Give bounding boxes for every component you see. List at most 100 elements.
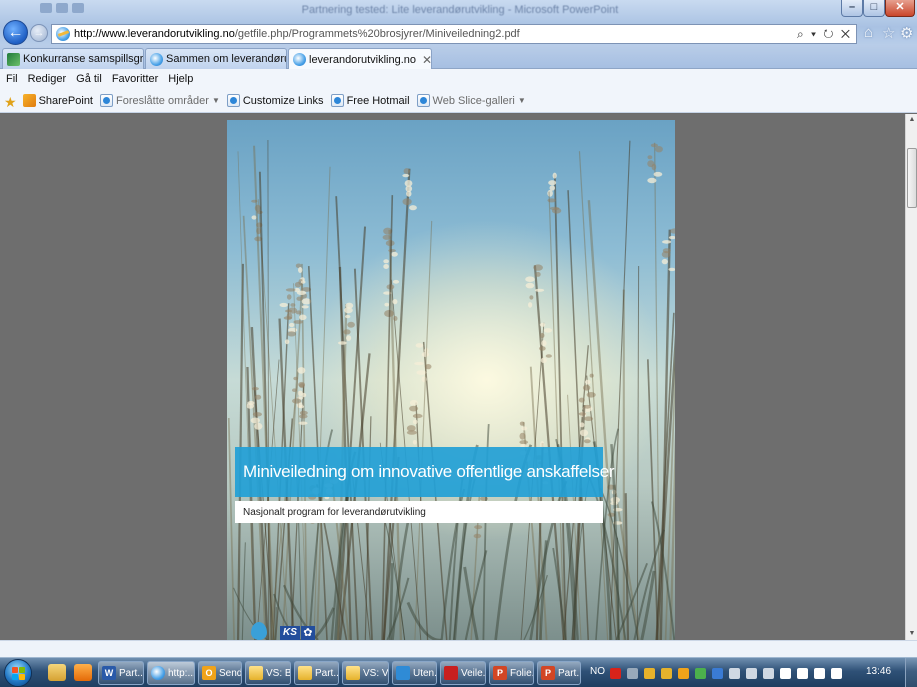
blurred-background-toolbar (432, 47, 917, 67)
reed-seed-head (525, 276, 535, 282)
outlook-icon[interactable] (678, 667, 689, 679)
mail-icon[interactable] (661, 667, 672, 679)
reed-seed-head (290, 303, 296, 307)
reed-seed-head (412, 440, 417, 445)
reed-seed-head (252, 412, 262, 417)
language-indicator[interactable]: NO (590, 666, 605, 677)
warning-icon[interactable] (644, 667, 655, 679)
menu-hjelp[interactable]: Hjelp (168, 73, 193, 85)
clock[interactable]: 13:46 (866, 666, 891, 677)
ie-page-icon (150, 52, 163, 66)
adobe-icon[interactable] (610, 667, 621, 679)
start-button[interactable] (4, 659, 32, 687)
taskbar-button[interactable]: http:... (147, 661, 195, 685)
tab-konkurranse[interactable]: Konkurranse samspillsgruppe -... (2, 48, 144, 69)
ie-page-icon (293, 53, 306, 66)
reed-seed-head (647, 155, 653, 160)
gear-icon[interactable]: ⚙ (900, 24, 913, 42)
menu-ga-til[interactable]: Gå til (76, 73, 102, 85)
url-text[interactable]: http://www.leverandorutvikling.no/getfil… (74, 28, 520, 40)
scroll-up-arrow-icon[interactable]: ▲ (906, 114, 917, 126)
taskbar-button[interactable]: OSend... (198, 661, 242, 685)
quick-access-icon[interactable] (56, 3, 68, 13)
wireless-icon[interactable] (695, 667, 706, 679)
menu-fil[interactable]: Fil (6, 73, 18, 85)
ie-page-icon (330, 94, 344, 107)
back-button[interactable]: ← (3, 20, 28, 45)
fav-foreslatte-omrader[interactable]: Foreslåtte områder ▼ (100, 94, 220, 107)
menu-favoritter[interactable]: Favoritter (112, 73, 158, 85)
reed-seed-head (578, 397, 585, 403)
reed-seed-head (301, 305, 309, 309)
favorites-star-icon[interactable]: ☆ (882, 24, 895, 42)
maximize-button[interactable]: □ (863, 0, 885, 17)
fav-web-slice-galleri[interactable]: Web Slice-galleri ▼ (416, 94, 526, 107)
reed-seed-head (246, 403, 255, 409)
quick-access-icon[interactable] (72, 3, 84, 13)
home-icon[interactable]: ⌂ (864, 24, 873, 41)
reed-seed-head (473, 533, 482, 539)
reed-seed-head (412, 413, 423, 419)
media-player-icon[interactable] (74, 664, 92, 681)
battery-icon[interactable] (797, 667, 808, 679)
reed-seed-head (552, 172, 557, 179)
reed-seed-head (547, 189, 553, 197)
fav-customize-links[interactable]: Customize Links (226, 94, 324, 107)
taskbar-button[interactable]: PFolie... (489, 661, 534, 685)
taskbar-button[interactable]: VS: V... (342, 661, 389, 685)
reed-seed-head (383, 264, 389, 269)
menu-rediger[interactable]: Rediger (28, 73, 67, 85)
reed-seed-head (288, 307, 297, 314)
fav-sharepoint[interactable]: SharePoint (22, 94, 93, 107)
scroll-down-arrow-icon[interactable]: ▼ (906, 628, 917, 640)
tab-sammen[interactable]: Sammen om leverandørutvikli... (145, 48, 287, 69)
close-window-button[interactable]: ✕ (885, 0, 915, 17)
reed-seed-head (297, 367, 306, 374)
scroll-thumb[interactable] (907, 148, 917, 208)
signal-icon[interactable] (814, 667, 825, 679)
vertical-scrollbar[interactable]: ▲ ▼ (905, 114, 917, 640)
explorer-icon[interactable] (48, 664, 66, 681)
flag-icon[interactable] (780, 667, 791, 679)
network-icon[interactable] (627, 667, 638, 679)
close-tab-icon[interactable]: ✕ (416, 53, 431, 67)
ie-page-icon (100, 94, 113, 107)
search-refresh-stop-icons[interactable]: ⌕ ▾ ↻ ✕ (797, 27, 852, 42)
reed-seed-head (662, 240, 672, 244)
taskbar-button-label: Part... (315, 667, 339, 679)
reed-seed-head (519, 421, 525, 426)
taskbar-button[interactable]: Uten... (392, 661, 437, 685)
forward-button[interactable]: → (30, 24, 48, 42)
presentation-icon (396, 666, 410, 680)
pdf-cover-page: Miniveiledning om innovative offentlige … (227, 120, 675, 640)
reed-seed-head (385, 240, 395, 247)
taskbar-button[interactable]: VS: B... (245, 661, 291, 685)
reed-seed-head (543, 328, 553, 333)
sync-icon[interactable] (729, 667, 740, 679)
reed-seed-head (297, 390, 303, 396)
show-desktop-button[interactable] (905, 658, 917, 687)
taskbar-button[interactable]: PPart... (537, 661, 581, 685)
volume-icon[interactable] (831, 667, 842, 679)
tab-leverandorutvikling[interactable]: leverandorutvikling.no ✕ (288, 48, 432, 70)
minimize-button[interactable]: – (841, 0, 863, 17)
taskbar-button[interactable]: Veile... (440, 661, 486, 685)
pdf-viewer[interactable]: Miniveiledning om innovative offentlige … (0, 114, 905, 640)
taskbar-button-label: VS: B... (266, 667, 291, 679)
reed-seed-head (406, 190, 412, 197)
address-bar[interactable]: http://www.leverandorutvikling.no/getfil… (51, 24, 857, 44)
reed-seed-head (545, 354, 552, 358)
cover-title-band: Miniveiledning om innovative offentlige … (235, 447, 615, 497)
taskbar-button[interactable]: W Part... (98, 661, 144, 685)
ie-page-icon (416, 94, 430, 107)
favorites-star-icon[interactable]: ★ (4, 94, 17, 110)
update-icon[interactable] (763, 667, 774, 679)
fav-free-hotmail[interactable]: Free Hotmail (330, 94, 410, 107)
reed-seed-head (286, 312, 293, 320)
reed-seed-head (534, 288, 545, 292)
reed-seed-head (474, 525, 483, 530)
security-icon[interactable] (746, 667, 757, 679)
taskbar-button[interactable]: Part... (294, 661, 339, 685)
bluetooth-icon[interactable] (712, 667, 723, 679)
quick-access-icon[interactable] (40, 3, 52, 13)
